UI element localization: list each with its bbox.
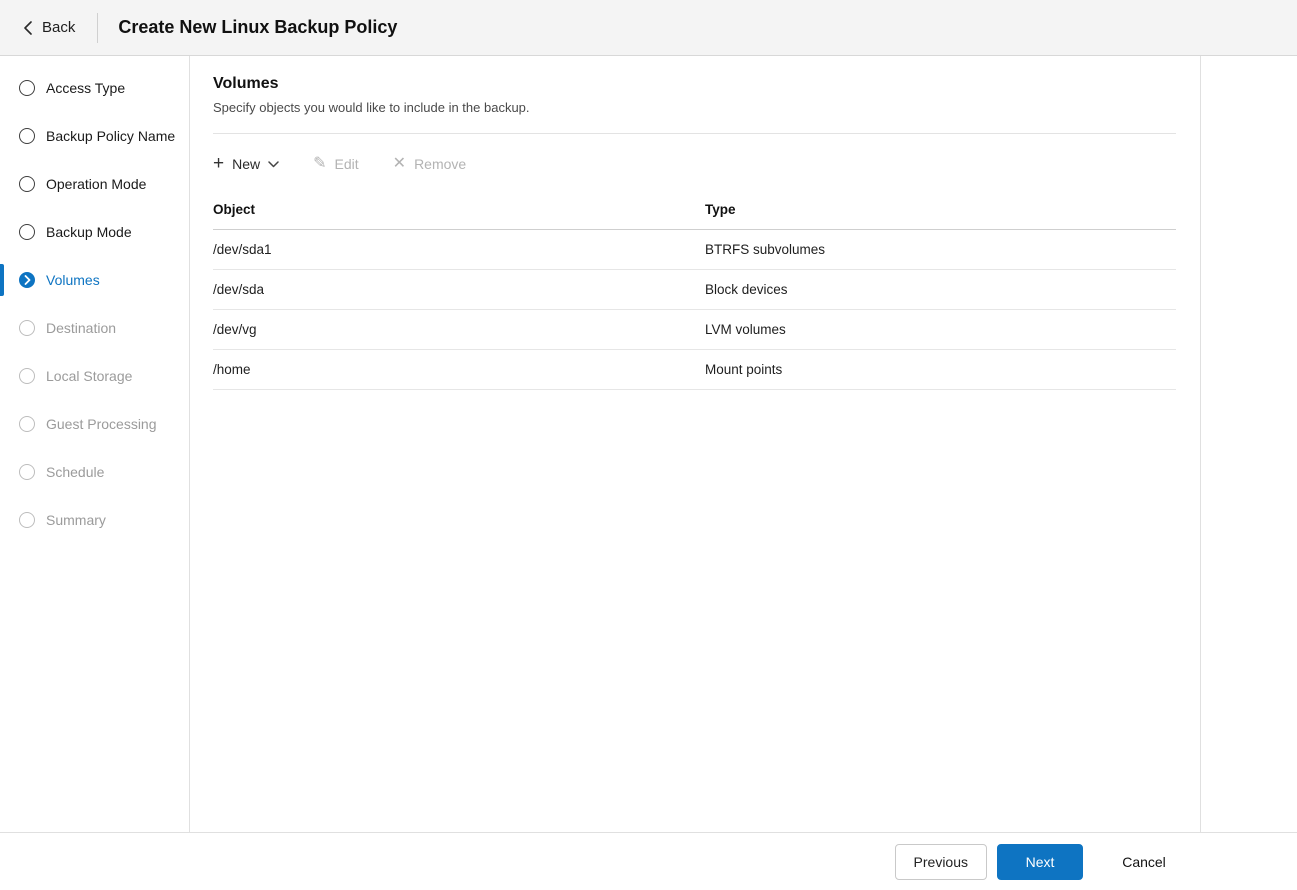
step-header: Volumes Specify objects you would like t… (190, 56, 1200, 134)
step-label: Backup Policy Name (46, 128, 175, 144)
wizard-steps-sidebar: Access Type Backup Policy Name Operation… (0, 56, 190, 832)
step-circle-icon (19, 176, 35, 192)
cell-type: LVM volumes (705, 322, 1176, 337)
edit-button-label: Edit (335, 156, 359, 172)
step-circle-icon (19, 512, 35, 528)
step-label: Backup Mode (46, 224, 132, 240)
table-row[interactable]: /dev/sda1 BTRFS subvolumes (213, 230, 1176, 270)
table-row[interactable]: /dev/sda Block devices (213, 270, 1176, 310)
back-label: Back (42, 19, 75, 36)
step-circle-icon (19, 416, 35, 432)
sidebar-step-backup-mode[interactable]: Backup Mode (0, 208, 189, 256)
step-label: Schedule (46, 464, 104, 480)
next-button[interactable]: Next (997, 844, 1083, 880)
step-title: Volumes (213, 75, 1176, 93)
wizard-body: Access Type Backup Policy Name Operation… (0, 56, 1297, 832)
sidebar-step-local-storage[interactable]: Local Storage (0, 352, 189, 400)
cell-type: Block devices (705, 282, 1176, 297)
volumes-step-panel: Volumes Specify objects you would like t… (190, 56, 1201, 832)
step-label: Guest Processing (46, 416, 157, 432)
step-circle-icon (19, 368, 35, 384)
table-header-row: Object Type (213, 190, 1176, 230)
sidebar-step-volumes[interactable]: Volumes (0, 256, 189, 304)
new-button-label: New (232, 156, 260, 172)
edit-button[interactable]: ✎ Edit (313, 156, 359, 172)
column-header-type[interactable]: Type (705, 202, 1176, 217)
sidebar-step-access-type[interactable]: Access Type (0, 64, 189, 112)
cell-object: /home (213, 362, 705, 377)
volumes-table: Object Type /dev/sda1 BTRFS subvolumes /… (190, 190, 1200, 390)
wizard-footer: Previous Next Cancel (0, 832, 1297, 890)
x-icon: ✕ (393, 156, 406, 172)
step-circle-icon (19, 128, 35, 144)
cancel-button[interactable]: Cancel (1101, 844, 1187, 880)
step-circle-icon (19, 320, 35, 336)
step-label: Destination (46, 320, 116, 336)
plus-icon: + (213, 157, 224, 171)
step-active-circle-icon (19, 272, 35, 288)
cell-object: /dev/vg (213, 322, 705, 337)
step-circle-icon (19, 464, 35, 480)
cell-type: Mount points (705, 362, 1176, 377)
cell-type: BTRFS subvolumes (705, 242, 1176, 257)
step-circle-icon (19, 80, 35, 96)
table-row[interactable]: /home Mount points (213, 350, 1176, 390)
new-button[interactable]: + New (213, 156, 279, 172)
step-label: Summary (46, 512, 106, 528)
step-circle-icon (19, 224, 35, 240)
step-label: Local Storage (46, 368, 132, 384)
step-label: Operation Mode (46, 176, 146, 192)
chevron-left-icon (24, 21, 32, 35)
remove-button[interactable]: ✕ Remove (393, 156, 467, 172)
sidebar-step-guest-processing[interactable]: Guest Processing (0, 400, 189, 448)
sidebar-step-schedule[interactable]: Schedule (0, 448, 189, 496)
step-subtitle: Specify objects you would like to includ… (213, 100, 1176, 115)
previous-button[interactable]: Previous (895, 844, 987, 880)
cell-object: /dev/sda (213, 282, 705, 297)
cell-object: /dev/sda1 (213, 242, 705, 257)
pencil-icon: ✎ (313, 156, 326, 172)
sidebar-step-destination[interactable]: Destination (0, 304, 189, 352)
column-header-object[interactable]: Object (213, 202, 705, 217)
sidebar-step-summary[interactable]: Summary (0, 496, 189, 544)
page-title: Create New Linux Backup Policy (98, 17, 397, 38)
table-row[interactable]: /dev/vg LVM volumes (213, 310, 1176, 350)
sidebar-step-operation-mode[interactable]: Operation Mode (0, 160, 189, 208)
step-label: Volumes (46, 272, 100, 288)
active-step-indicator (0, 264, 4, 296)
back-button[interactable]: Back (0, 0, 97, 55)
chevron-down-icon (268, 161, 279, 168)
right-gutter (1201, 56, 1297, 832)
step-label: Access Type (46, 80, 125, 96)
sidebar-step-backup-policy-name[interactable]: Backup Policy Name (0, 112, 189, 160)
volumes-toolbar: + New ✎ Edit ✕ Remove (190, 134, 1200, 190)
remove-button-label: Remove (414, 156, 466, 172)
top-bar: Back Create New Linux Backup Policy (0, 0, 1297, 56)
